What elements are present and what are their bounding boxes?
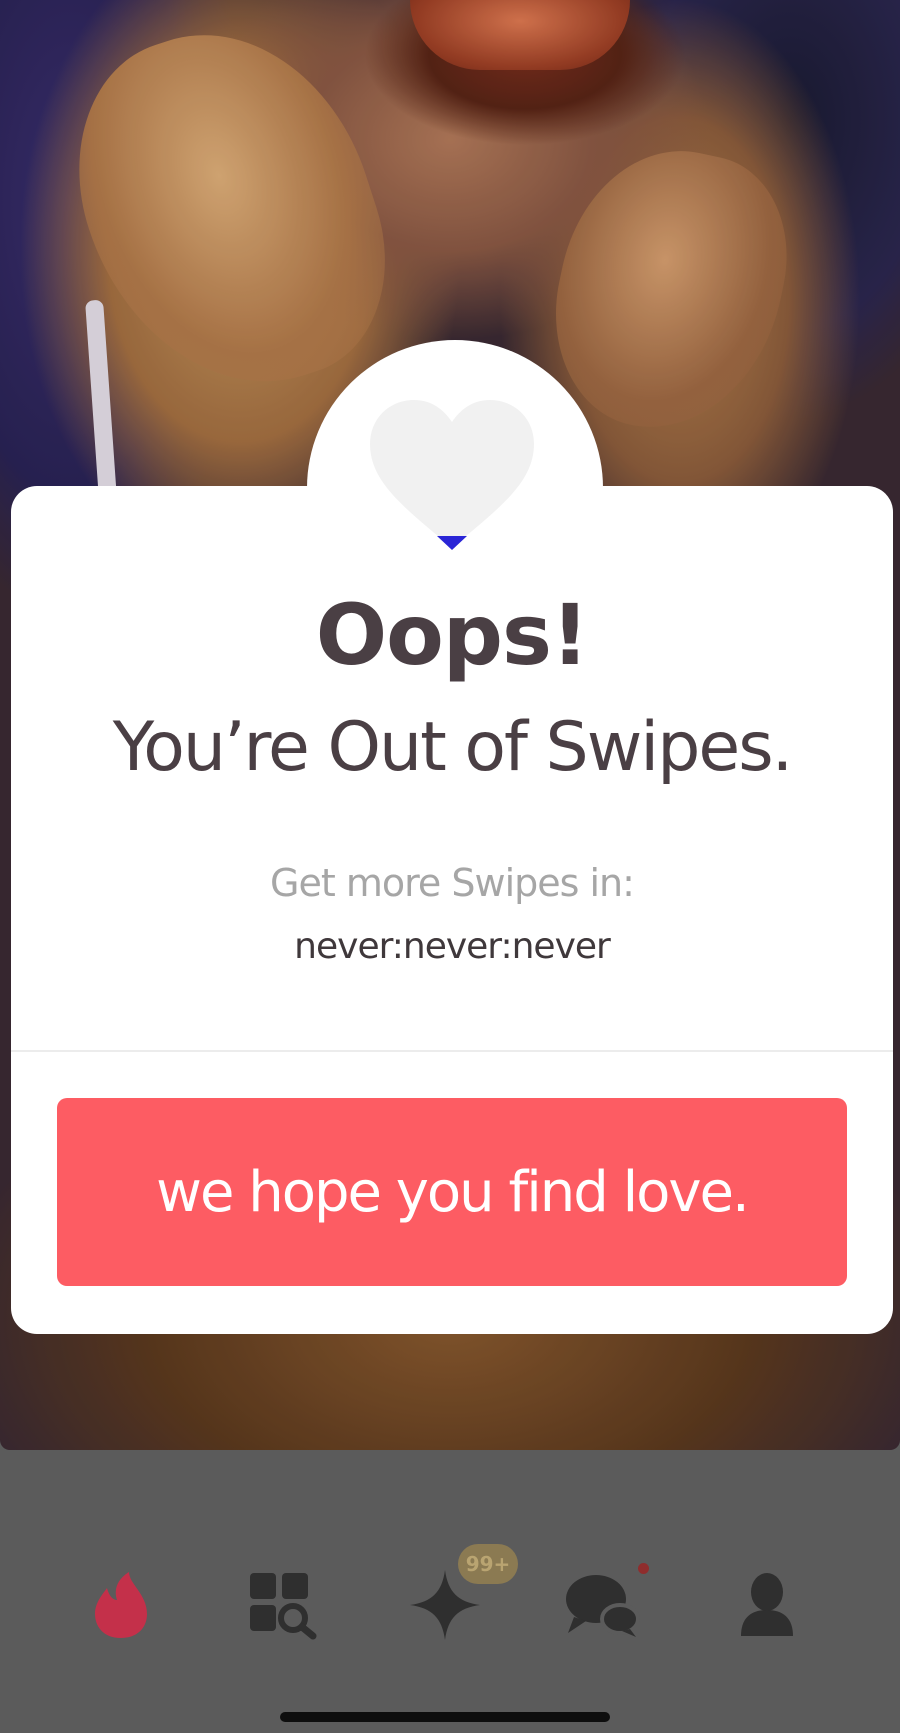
find-love-button[interactable]: we hope you find love.: [57, 1098, 847, 1286]
home-indicator[interactable]: [280, 1712, 610, 1722]
get-more-label: Get more Swipes in:: [270, 861, 635, 905]
swipe-countdown: never:never:never: [294, 926, 611, 967]
modal-divider: [11, 1050, 893, 1052]
messages-icon: [566, 1575, 640, 1637]
modal-subtitle: You’re Out of Swipes.: [112, 708, 794, 787]
explore-icon: [250, 1573, 317, 1640]
top-picks-badge: 99+: [458, 1544, 518, 1584]
app-screen: Oops! You’re Out of Swipes. Get more Swi…: [0, 0, 900, 1733]
nav-item-home[interactable]: [76, 1560, 166, 1650]
heart-icon: [370, 400, 534, 548]
profile-icon: [741, 1573, 793, 1636]
nav-item-explore[interactable]: [237, 1560, 327, 1650]
flame-icon: [95, 1572, 147, 1638]
messages-unread-dot: [638, 1563, 649, 1574]
modal-title: Oops!: [315, 586, 590, 684]
nav-item-messages[interactable]: [557, 1560, 647, 1650]
nav-item-profile[interactable]: [722, 1560, 812, 1650]
